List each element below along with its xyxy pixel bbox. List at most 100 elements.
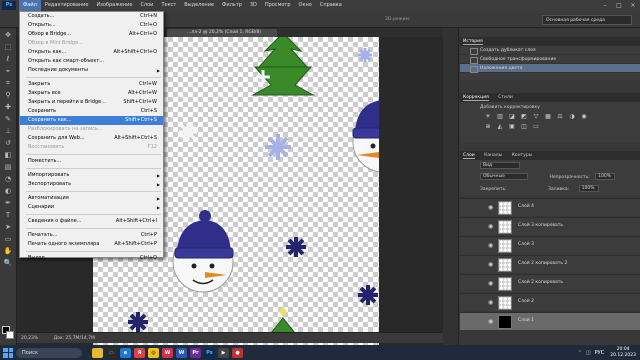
posterize-icon[interactable]: ▣ [507, 123, 517, 131]
zoom-level[interactable]: 20,23% [21, 336, 38, 341]
path-select-icon[interactable]: ➤ [2, 222, 14, 232]
menu-10[interactable]: Справка [316, 0, 346, 11]
crop-tool-icon[interactable]: ⌗ [2, 78, 14, 88]
photo-filter-icon[interactable]: ◉ [579, 113, 589, 121]
workspace-select[interactable]: Основная рабочая среда [542, 15, 632, 25]
layer-row[interactable]: ◉ Слой 2 копировать [460, 274, 640, 292]
invert-icon[interactable]: ◭ [495, 123, 505, 131]
opacity-input[interactable]: 100% [595, 173, 616, 180]
file-menu-item[interactable]: Печатать... Ctrl+P [20, 231, 163, 240]
layer-row[interactable]: ◉ Слой 2 копировать 2 [460, 255, 640, 273]
shape-tool-icon[interactable]: ▭ [2, 234, 14, 244]
marquee-tool-icon[interactable]: ⬚ [2, 42, 14, 52]
file-menu-item[interactable]: Закрыть все Alt+Ctrl+W [20, 89, 163, 98]
task-view-icon[interactable]: ▭ [106, 347, 117, 358]
stamp-tool-icon[interactable]: ⊥ [2, 126, 14, 136]
menu-5[interactable]: Выделение [180, 0, 218, 11]
type-tool-icon[interactable]: T [2, 210, 14, 220]
layer-row[interactable]: ◉ Слой 3 [460, 236, 640, 254]
file-menu-item[interactable]: Открыть... Ctrl+O [20, 21, 163, 30]
menu-1[interactable]: Редактирование [41, 0, 93, 11]
color-balance-icon[interactable]: ⚖ [555, 113, 565, 121]
file-menu-item[interactable]: Сохранить как... Shift+Ctrl+S [20, 116, 163, 125]
visibility-eye-icon[interactable]: ◉ [488, 299, 493, 306]
menu-2[interactable]: Изображение [92, 0, 136, 11]
brightness-icon[interactable]: ☀ [483, 113, 493, 121]
chrome-icon[interactable]: ◎ [148, 347, 159, 358]
document-tab[interactable]: ...лл-2 @ 20,2% (Слой 1, RGB/8) [167, 29, 277, 37]
quick-select-tool-icon[interactable]: ⌖ [2, 66, 14, 76]
visibility-eye-icon[interactable]: ◉ [488, 223, 493, 230]
file-menu-item[interactable]: Сохранить для Web... Alt+Shift+Ctrl+S [20, 134, 163, 143]
blend-mode-select[interactable]: Обычные [480, 173, 528, 180]
fill-input[interactable]: 100% [578, 185, 599, 192]
file-menu-item[interactable]: Сведения о файле... Alt+Shift+Ctrl+I [20, 217, 163, 226]
visibility-eye-icon[interactable]: ◉ [488, 261, 493, 268]
gradient-map-icon[interactable]: ▭ [531, 123, 541, 131]
yandex-icon[interactable]: Я [134, 347, 145, 358]
minimize-icon[interactable]: – [598, 2, 612, 9]
close-icon[interactable]: × [626, 2, 640, 9]
vibrance-icon[interactable]: ▽ [531, 113, 541, 121]
file-menu-item[interactable]: Выход Ctrl+Q [20, 254, 163, 263]
file-menu-item[interactable]: Закрыть и перейти в Bridge... Shift+Ctrl+… [20, 98, 163, 107]
windows-start-icon[interactable] [3, 347, 13, 358]
history-item[interactable]: Наложение цвета [460, 64, 640, 73]
recorder-icon[interactable]: ● [232, 347, 243, 358]
language-indicator[interactable]: РУС [595, 350, 605, 356]
levels-icon[interactable]: ▥ [495, 113, 505, 121]
tab-paths[interactable]: Контуры [512, 153, 533, 158]
pen-tool-icon[interactable]: ✒ [2, 198, 14, 208]
history-brush-icon[interactable]: ↺ [2, 138, 14, 148]
eyedropper-tool-icon[interactable]: ⚲ [2, 90, 14, 100]
visibility-eye-icon[interactable]: ◉ [488, 242, 493, 249]
layer-row[interactable]: ◉ Слой 3 копировать [460, 217, 640, 235]
file-menu-item[interactable]: Экспортировать ▶ [20, 180, 163, 189]
lasso-tool-icon[interactable]: ℓ [2, 54, 14, 64]
file-menu-item[interactable]: Открыть как смарт-объект... [20, 57, 163, 66]
maximize-icon[interactable]: □ [612, 2, 626, 9]
tab-channels[interactable]: Каналы [484, 153, 502, 158]
gradient-tool-icon[interactable]: ▤ [2, 162, 14, 172]
curves-icon[interactable]: ◪ [507, 113, 517, 121]
tab-corrections[interactable]: Коррекция [463, 95, 489, 101]
menu-8[interactable]: Просмотр [261, 0, 295, 11]
channel-mixer-icon[interactable]: ⊕ [483, 123, 493, 131]
layer-row[interactable]: ◉ Слой 2 [460, 293, 640, 311]
file-menu-item[interactable]: Импортировать ▶ [20, 171, 163, 180]
tray-chevron-icon[interactable]: ⌃ [578, 350, 582, 356]
hue-saturation-icon[interactable]: ▦ [543, 113, 553, 121]
zoom-tool-icon[interactable]: 🔍 [2, 258, 14, 268]
taskbar-search[interactable]: Поиск [16, 347, 82, 358]
healing-tool-icon[interactable]: ✚ [2, 102, 14, 112]
photoshop-taskbar-icon[interactable]: Ps [204, 347, 215, 358]
tab-layers[interactable]: Слои [463, 153, 475, 159]
black-white-icon[interactable]: ◑ [567, 113, 577, 121]
visibility-eye-icon[interactable]: ◉ [488, 204, 493, 211]
brush-tool-icon[interactable]: ✎ [2, 114, 14, 124]
word-icon[interactable]: W [176, 347, 187, 358]
file-menu-item[interactable]: Сценарии ▶ [20, 203, 163, 212]
file-menu-item[interactable]: Поместить... [20, 157, 163, 166]
menu-9[interactable]: Окно [295, 0, 316, 11]
file-menu-item[interactable]: Сохранить Ctrl+S [20, 107, 163, 116]
file-menu-item[interactable]: Печать одного экземпляра Alt+Shift+Ctrl+P [20, 240, 163, 249]
history-item[interactable]: Создать дубликат слоя [460, 46, 640, 55]
network-icon[interactable]: ◫ [586, 350, 591, 356]
hand-tool-icon[interactable]: ✋ [2, 246, 14, 256]
premiere-icon[interactable]: Pr [190, 347, 201, 358]
file-explorer-icon[interactable] [92, 347, 103, 358]
file-menu-item[interactable]: Создать... Ctrl+N [20, 12, 163, 21]
wps-icon[interactable]: W [162, 347, 173, 358]
menu-0[interactable]: Файл [19, 0, 41, 11]
menu-7[interactable]: 3D [246, 0, 261, 11]
menu-3[interactable]: Слои [136, 0, 157, 11]
clock[interactable]: 20:04 20.12.2023 [610, 347, 636, 359]
history-tab[interactable]: История [463, 39, 483, 45]
edge-icon[interactable]: e [120, 347, 131, 358]
menu-6[interactable]: Фильтр [218, 0, 246, 11]
threshold-icon[interactable]: ◫ [519, 123, 529, 131]
file-menu-item[interactable]: Автоматизация ▶ [20, 194, 163, 203]
file-menu-item[interactable]: Последние документы ▶ [20, 66, 163, 75]
layer-row[interactable]: ◉ Слой 4 [460, 198, 640, 216]
